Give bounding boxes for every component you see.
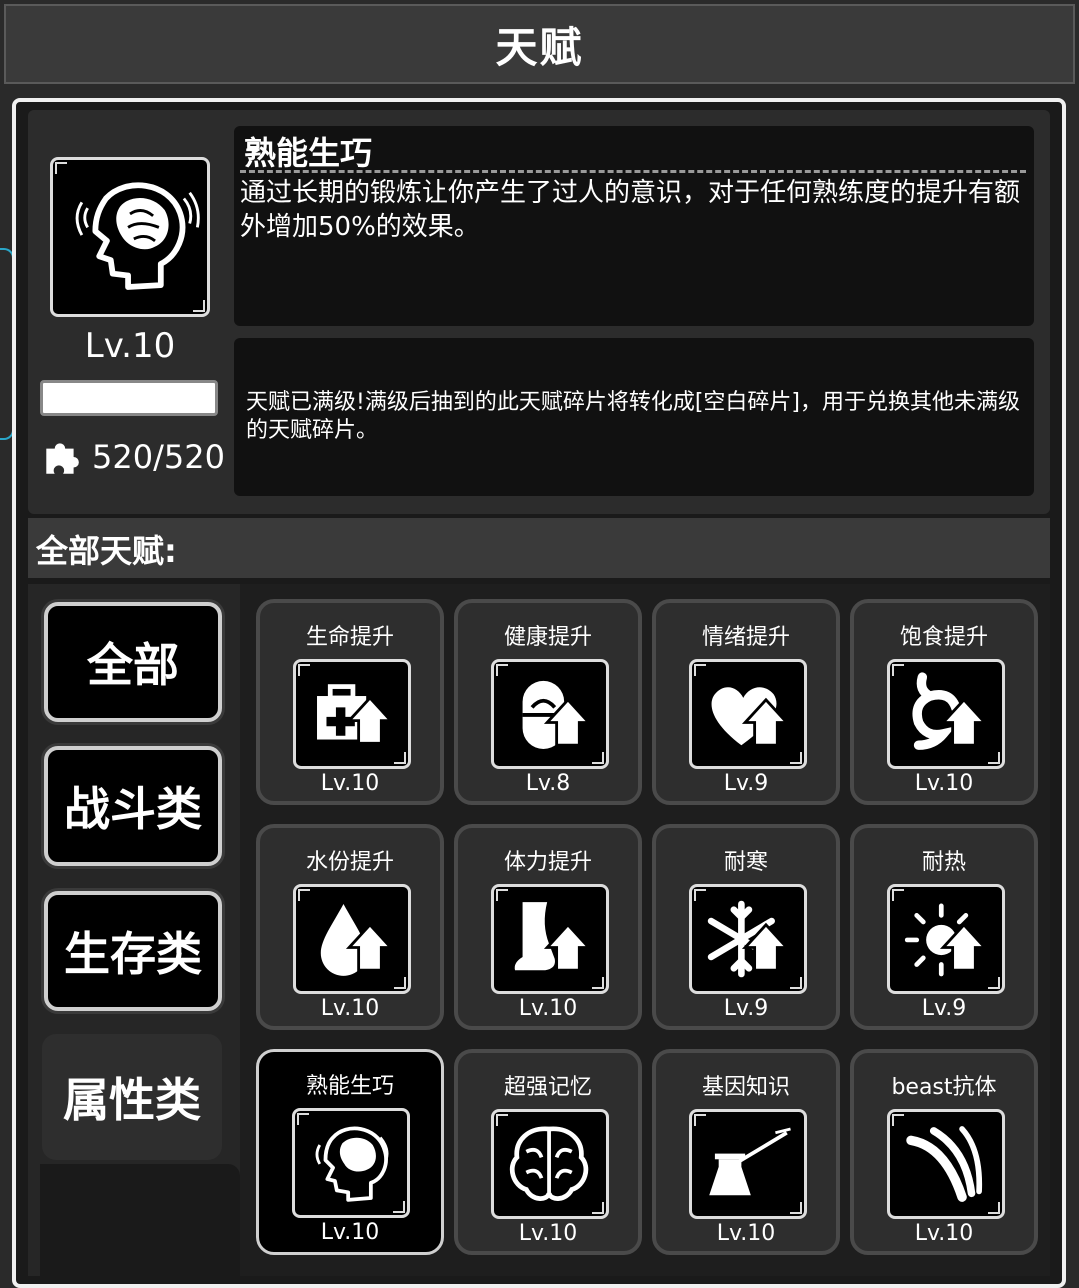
snowflake-up-icon bbox=[689, 884, 807, 994]
flask-syringe-icon bbox=[689, 1109, 807, 1219]
talent-card-level: Lv.10 bbox=[518, 1221, 578, 1246]
talent-description: 通过长期的锻炼让你产生了过人的意识，对于任何熟练度的提升有额外增加50%的效果。 bbox=[240, 178, 1021, 242]
puzzle-piece-icon bbox=[46, 443, 79, 474]
talent-card-name: 熟能生巧 bbox=[305, 1074, 394, 1099]
talent-card-level: Lv.9 bbox=[921, 996, 967, 1021]
level-progress-bar bbox=[40, 380, 218, 416]
talent-card-satiety[interactable]: 饱食提升 Lv.10 bbox=[850, 599, 1038, 805]
pill-up-icon bbox=[491, 659, 609, 769]
heart-up-icon bbox=[689, 659, 807, 769]
brain-icon bbox=[491, 1109, 609, 1219]
talent-card-level: Lv.10 bbox=[914, 771, 974, 796]
talent-card-name: 超强记忆 bbox=[503, 1075, 592, 1100]
talent-card-level: Lv.8 bbox=[525, 771, 571, 796]
talent-card-level: Lv.9 bbox=[723, 771, 769, 796]
talent-card-level: Lv.10 bbox=[320, 996, 380, 1021]
talent-card-level: Lv.10 bbox=[518, 996, 578, 1021]
talent-card-name: 耐热 bbox=[921, 850, 966, 875]
brain-head-icon bbox=[50, 157, 210, 317]
talent-card-level: Lv.10 bbox=[320, 1220, 380, 1245]
talent-card-life[interactable]: 生命提升 Lv.10 bbox=[256, 599, 444, 805]
claw-scratch-icon bbox=[887, 1109, 1005, 1219]
max-level-note: 天赋已满级!满级后抽到的此天赋碎片将转化成[空白碎片]，用于兑换其他未满级的天赋… bbox=[246, 390, 1020, 443]
talent-card-mood[interactable]: 情绪提升 Lv.9 bbox=[652, 599, 840, 805]
first-aid-kit-up-icon bbox=[293, 659, 411, 769]
talent-card-name: beast抗体 bbox=[891, 1075, 997, 1100]
category-column-footer bbox=[40, 1164, 240, 1276]
talent-card-hydration[interactable]: 水份提升 Lv.10 bbox=[256, 824, 444, 1030]
category-attribute-button[interactable]: 属性类 bbox=[42, 1034, 222, 1160]
talent-card-name: 健康提升 bbox=[503, 625, 592, 650]
talent-card-name: 耐寒 bbox=[723, 850, 768, 875]
section-header bbox=[28, 518, 1050, 578]
talent-card-heat-resist[interactable]: 耐热 Lv.9 bbox=[850, 824, 1038, 1030]
stomach-up-icon bbox=[887, 659, 1005, 769]
talent-card-cold-resist[interactable]: 耐寒 Lv.9 bbox=[652, 824, 840, 1030]
title-bar: 天赋 bbox=[4, 4, 1075, 84]
talent-card-level: Lv.9 bbox=[723, 996, 769, 1021]
leg-up-icon bbox=[491, 884, 609, 994]
talent-card-level: Lv.10 bbox=[320, 771, 380, 796]
talent-level: Lv.10 bbox=[84, 326, 176, 366]
page-title: 天赋 bbox=[495, 22, 584, 72]
talent-card-name: 水份提升 bbox=[305, 850, 394, 875]
category-combat-button[interactable]: 战斗类 bbox=[44, 746, 222, 866]
category-survival-button[interactable]: 生存类 bbox=[44, 891, 222, 1011]
fragment-count-text: 520/520 bbox=[92, 438, 225, 476]
section-label: 全部天赋: bbox=[36, 532, 177, 570]
talent-card-gene-knowledge[interactable]: 基因知识 Lv.10 bbox=[652, 1049, 840, 1255]
brain-head-icon bbox=[292, 1108, 410, 1218]
talent-card-level: Lv.10 bbox=[716, 1221, 776, 1246]
water-drop-up-icon bbox=[293, 884, 411, 994]
talent-card-proficiency[interactable]: 熟能生巧 Lv.10 bbox=[256, 1049, 444, 1255]
talent-card-level: Lv.10 bbox=[914, 1221, 974, 1246]
category-all-button[interactable]: 全部 bbox=[44, 602, 222, 722]
talent-card-health[interactable]: 健康提升 Lv.8 bbox=[454, 599, 642, 805]
talent-name: 熟能生巧 bbox=[244, 134, 373, 172]
talent-card-name: 生命提升 bbox=[305, 625, 394, 650]
talent-card-stamina[interactable]: 体力提升 Lv.10 bbox=[454, 824, 642, 1030]
talent-card-name: 体力提升 bbox=[503, 850, 592, 875]
talent-card-name: 饱食提升 bbox=[899, 625, 988, 650]
talent-card-name: 基因知识 bbox=[701, 1075, 790, 1100]
talent-card-name: 情绪提升 bbox=[701, 625, 790, 650]
sun-up-icon bbox=[887, 884, 1005, 994]
divider bbox=[240, 170, 1026, 173]
talent-card-memory[interactable]: 超强记忆 Lv.10 bbox=[454, 1049, 642, 1255]
fragment-count: 520/520 bbox=[40, 436, 225, 478]
talent-card-beast-antibody[interactable]: beast抗体 Lv.10 bbox=[850, 1049, 1038, 1255]
